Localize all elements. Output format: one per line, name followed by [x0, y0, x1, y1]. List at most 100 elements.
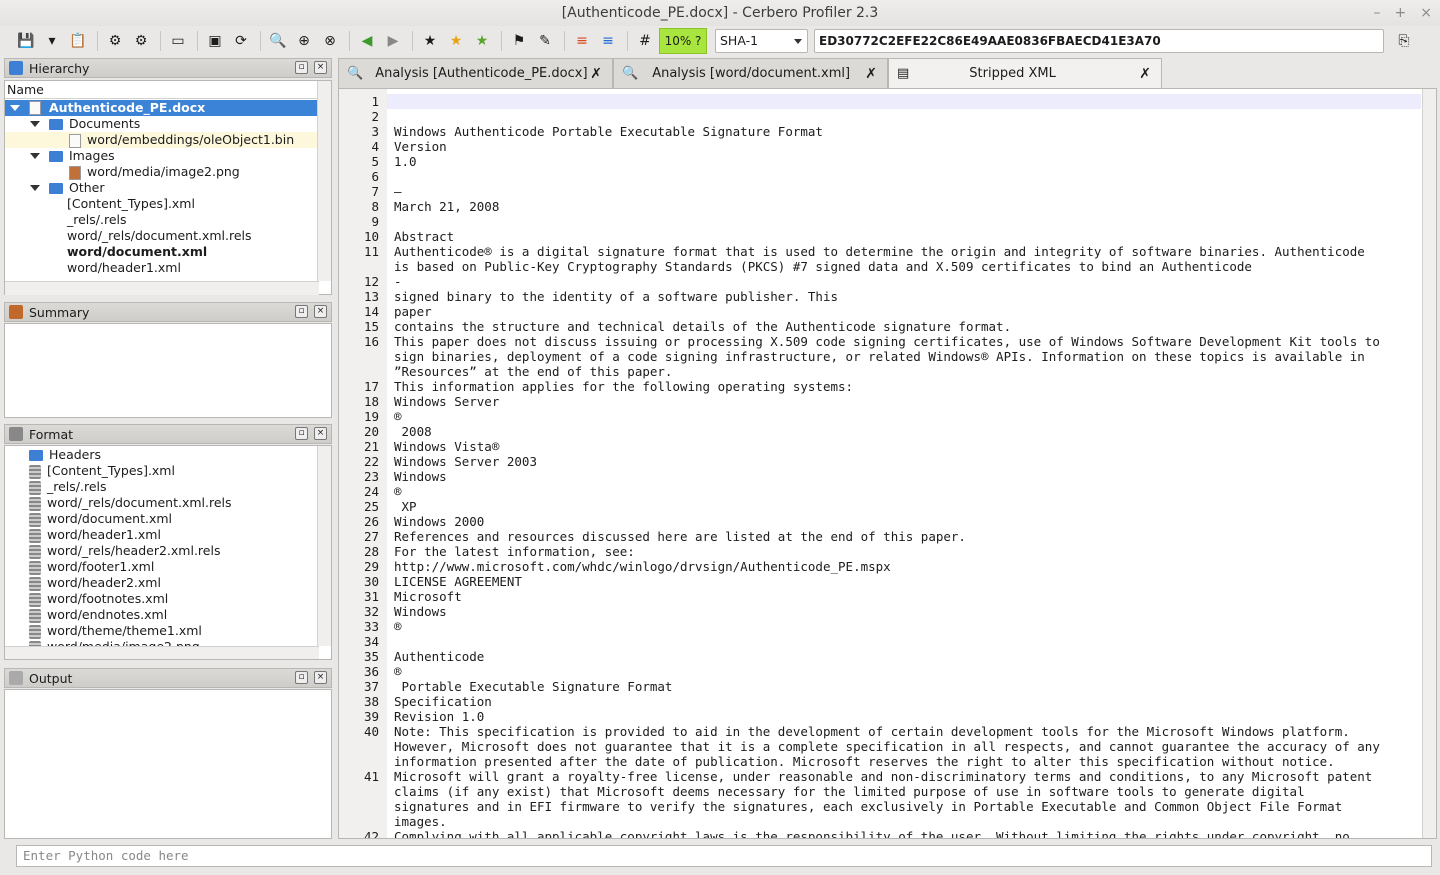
report-icon[interactable]: 📋	[66, 29, 90, 53]
window-icon[interactable]: ▭	[166, 29, 190, 53]
tree-item[interactable]: Documents	[5, 116, 140, 132]
percent-indicator[interactable]: 10% ?	[659, 28, 707, 54]
text-line: ”Resources” at the end of this paper.	[394, 364, 673, 379]
save-menu-icon[interactable]: 💾	[14, 29, 38, 53]
float-icon[interactable]: ▫	[295, 671, 308, 684]
zoom-icon[interactable]: 🔍	[266, 29, 290, 53]
colors-icon[interactable]: ≡	[570, 29, 594, 53]
float-icon[interactable]: ▫	[295, 305, 308, 318]
line-number: 41	[363, 769, 379, 784]
tree-item[interactable]: Other	[5, 180, 105, 196]
close-tab-icon[interactable]: ✗	[1139, 66, 1151, 82]
plugin-icon[interactable]: ⚙	[129, 29, 153, 53]
text-line: 1.0	[394, 154, 417, 169]
line-number: 6	[371, 169, 379, 184]
summary-title: Summary	[29, 304, 90, 320]
current-line-highlight	[387, 94, 1421, 109]
line-number: 23	[363, 469, 379, 484]
format-panel: Headers [Content_Types].xml _rels/.rels …	[4, 445, 332, 660]
remove-icon[interactable]: ⊗	[318, 29, 342, 53]
forward-arrow-icon[interactable]: ▶	[381, 29, 405, 53]
tab-analysis-document-xml[interactable]: 🔍 Analysis [word/document.xml] ✗	[613, 58, 888, 88]
vertical-scrollbar[interactable]	[1422, 89, 1436, 838]
python-input[interactable]: Enter Python code here	[16, 845, 1432, 867]
format-item[interactable]: word/_rels/document.xml.rels	[5, 495, 232, 511]
hash-value-field[interactable]: ED30772C2EFE22C86E49AAE0836FBAECD41E3A70	[814, 29, 1384, 53]
line-number: 20	[363, 424, 379, 439]
float-icon[interactable]: ▫	[295, 61, 308, 74]
star-add-icon[interactable]: ★	[470, 29, 494, 53]
tree-item[interactable]: Images	[5, 148, 115, 164]
horizontal-scrollbar[interactable]	[5, 646, 319, 659]
format-item[interactable]: word/footer1.xml	[5, 559, 154, 575]
format-item[interactable]: word/footnotes.xml	[5, 591, 168, 607]
summary-icon	[9, 305, 23, 319]
palette-icon[interactable]: ≡	[596, 29, 620, 53]
dropdown-arrow-icon[interactable]: ▾	[40, 29, 64, 53]
output-panel	[4, 689, 332, 839]
close-icon[interactable]: ×	[314, 671, 327, 684]
close-tab-icon[interactable]: ✗	[590, 66, 602, 82]
close-button[interactable]: ×	[1420, 0, 1432, 26]
vertical-scrollbar[interactable]	[317, 81, 331, 281]
tree-item[interactable]: word/header1.xml	[5, 260, 181, 276]
disasm-icon[interactable]: ⚑	[507, 29, 531, 53]
text-line: 2008	[394, 424, 432, 439]
tree-item[interactable]: word/_rels/document.xml.rels	[5, 228, 252, 244]
minimize-button[interactable]: –	[1374, 0, 1381, 26]
line-number: 39	[363, 709, 379, 724]
refresh-icon[interactable]: ⟳	[229, 29, 253, 53]
tree-item[interactable]: word/embeddings/oleObject1.bin	[5, 132, 319, 148]
close-tab-icon[interactable]: ✗	[865, 66, 877, 82]
line-number: 10	[363, 229, 379, 244]
format-item[interactable]: word/header2.xml	[5, 575, 161, 591]
format-item[interactable]: word/document.xml	[5, 511, 172, 527]
text-editor[interactable]: 1 2 3 4 5 6 7 8 9 10 11 12 13 14 15 16 17 18 19 20 21 22 23 24 2…	[338, 88, 1437, 839]
tree-item[interactable]: word/media/image2.png	[5, 164, 240, 180]
text-line: Microsoft	[394, 589, 462, 604]
text-line: claims (if any exist) that Microsoft dee…	[394, 784, 1305, 799]
summary-panel	[4, 323, 332, 418]
open-icon[interactable]: ▣	[203, 29, 227, 53]
edit-icon[interactable]: ✎	[533, 29, 557, 53]
close-icon[interactable]: ×	[314, 427, 327, 440]
tree-item[interactable]: _rels/.rels	[5, 212, 127, 228]
tab-analysis-docx[interactable]: 🔍 Analysis [Authenticode_PE.docx] ✗	[338, 58, 613, 88]
bookmark-icon[interactable]: ★	[418, 29, 442, 53]
line-number: 16	[363, 334, 379, 349]
format-item[interactable]: word/endnotes.xml	[5, 607, 167, 623]
add-icon[interactable]: ⊕	[292, 29, 316, 53]
tree-item[interactable]: [Content_Types].xml	[5, 196, 195, 212]
document-icon: ▤	[897, 66, 910, 81]
search-icon: 🔍	[622, 66, 639, 81]
close-icon[interactable]: ×	[314, 61, 327, 74]
back-arrow-icon[interactable]: ◀	[355, 29, 379, 53]
hash-algo-select[interactable]: SHA-1	[715, 29, 808, 53]
settings-gear-icon[interactable]: ⚙	[103, 29, 127, 53]
star-icon[interactable]: ★	[444, 29, 468, 53]
format-item[interactable]: _rels/.rels	[5, 479, 107, 495]
format-item[interactable]: Headers	[5, 447, 101, 463]
format-item[interactable]: word/_rels/header2.xml.rels	[5, 543, 220, 559]
float-icon[interactable]: ▫	[295, 427, 308, 440]
line-number: 31	[363, 589, 379, 604]
close-icon[interactable]: ×	[314, 305, 327, 318]
maximize-button[interactable]: +	[1395, 0, 1407, 26]
line-number: 25	[363, 499, 379, 514]
tab-stripped-xml[interactable]: ▤ Stripped XML ✗	[888, 58, 1162, 88]
text-line: signatures and in EFI firmware to verify…	[394, 799, 1343, 814]
line-number: 2	[371, 109, 379, 124]
format-title: Format	[29, 426, 74, 442]
line-number: 36	[363, 664, 379, 679]
tree-item[interactable]: Authenticode_PE.docx	[5, 100, 319, 116]
hash-icon[interactable]: #	[633, 29, 657, 53]
line-number: 13	[363, 289, 379, 304]
format-item[interactable]: word/header1.xml	[5, 527, 161, 543]
vertical-scrollbar[interactable]	[317, 446, 331, 646]
horizontal-scrollbar[interactable]	[5, 281, 319, 295]
format-item[interactable]: word/theme/theme1.xml	[5, 623, 202, 639]
copy-icon[interactable]: ⎘	[1392, 29, 1416, 53]
format-item[interactable]: [Content_Types].xml	[5, 463, 175, 479]
hierarchy-panel: Name Authenticode_PE.docx Documents word…	[4, 80, 332, 295]
tree-item[interactable]: word/document.xml	[5, 244, 207, 260]
